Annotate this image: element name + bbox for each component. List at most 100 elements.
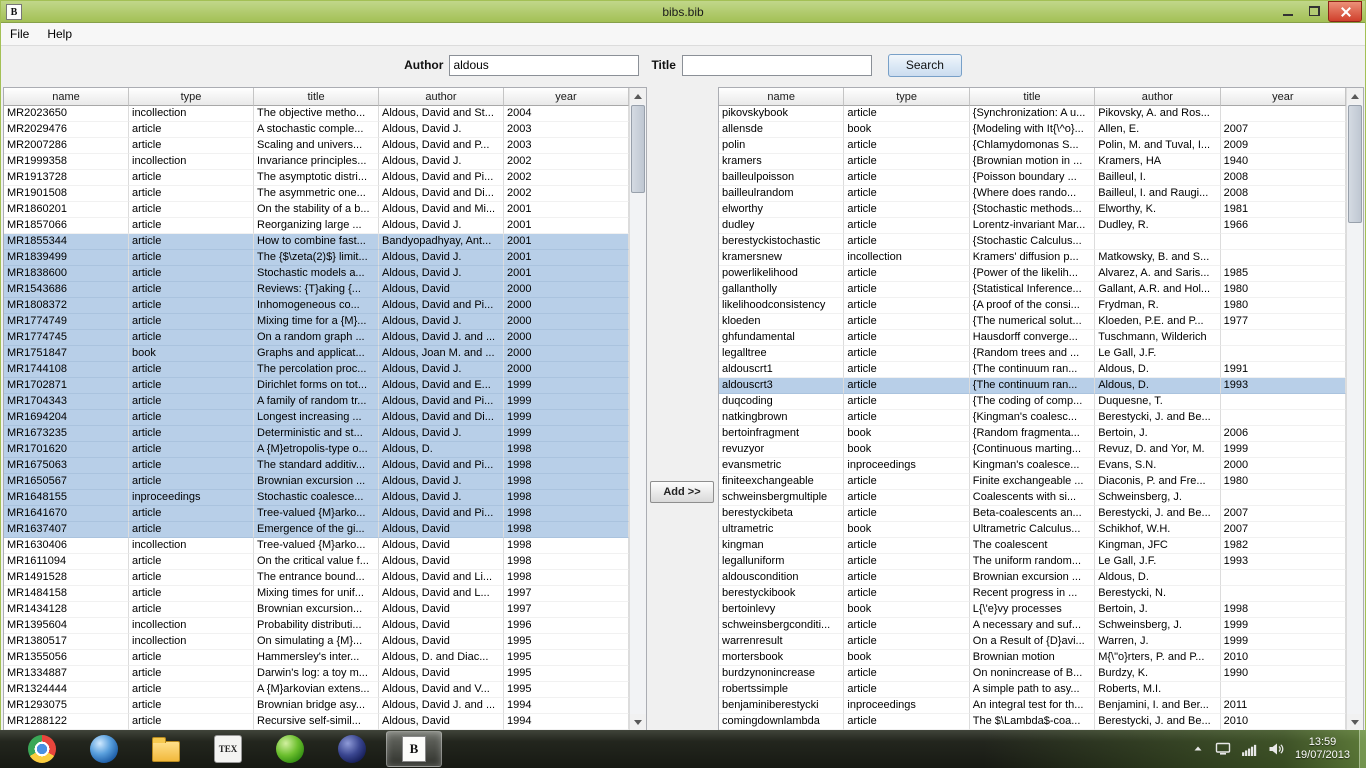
table-row-MR1637407[interactable]: MR1637407 article Emergence of the gi... Al… [4,522,629,538]
table-row-MR1491528[interactable]: MR1491528 article The entrance bound... Ald… [4,570,629,586]
show-desktop-button[interactable] [1359,730,1366,768]
table-row-berestyckibeta[interactable]: berestyckibeta article Beta-coalescents an… [719,506,1346,522]
right-scrollbar[interactable] [1346,88,1363,730]
table-row-MR1838600[interactable]: MR1838600 article Stochastic models a... Al… [4,266,629,282]
table-row-MR1288122[interactable]: MR1288122 article Recursive self-simil... A… [4,714,629,730]
column-header-type[interactable]: type [129,88,254,106]
table-row-MR1650567[interactable]: MR1650567 article Brownian excursion ... Al… [4,474,629,490]
bibtex-icon-button[interactable]: B [386,731,442,767]
title-input[interactable] [681,54,872,76]
table-row-kingman[interactable]: kingman article The coalescent Kingman, JFC… [719,538,1346,554]
table-row-MR1857066[interactable]: MR1857066 article Reorganizing large ... Al… [4,218,629,234]
table-row-bailleulrandom[interactable]: bailleulrandom article {Where does rando..… [719,186,1346,202]
table-row-mortersbook[interactable]: mortersbook book Brownian motion M{\"o}rter… [719,650,1346,666]
table-row-schweinsbergconditi...[interactable]: schweinsbergconditi... article A necessary… [719,618,1346,634]
table-row-berestyckibook[interactable]: berestyckibook article Recent progress in … [719,586,1346,602]
table-row-comingdownlambda[interactable]: comingdownlambda article The $\Lambda$-coa… [719,714,1346,730]
column-header-name[interactable]: name [4,88,129,106]
column-header-year[interactable]: year [1220,88,1346,106]
close-button[interactable] [1328,1,1362,22]
table-row-MR1611094[interactable]: MR1611094 article On the critical value f.… [4,554,629,570]
table-row-burdzynonincrease[interactable]: burdzynonincrease article On nonincrease o… [719,666,1346,682]
table-row-MR2023650[interactable]: MR2023650 incollection The objective metho… [4,106,629,122]
table-row-polin[interactable]: polin article {Chlamydomonas S... Polin, M.… [719,138,1346,154]
table-row-MR1701620[interactable]: MR1701620 article A {M}etropolis-type o...… [4,442,629,458]
media-green-icon-button[interactable] [262,731,318,767]
table-row-warrenresult[interactable]: warrenresult article On a Result of {D}avi… [719,634,1346,650]
table-row-natkingbrown[interactable]: natkingbrown article {Kingman's coalesc...… [719,410,1346,426]
table-row-MR1630406[interactable]: MR1630406 incollection Tree-valued {M}arko… [4,538,629,554]
table-row-MR1675063[interactable]: MR1675063 article The standard additiv... A… [4,458,629,474]
left-scrollbar[interactable] [629,88,646,730]
chrome-icon-button[interactable] [14,731,70,767]
table-row-MR1694204[interactable]: MR1694204 article Longest increasing ... Al… [4,410,629,426]
table-row-benjaminiberestycki[interactable]: benjaminiberestycki inproceedings An integ… [719,698,1346,714]
table-row-MR2029476[interactable]: MR2029476 article A stochastic comple... Al… [4,122,629,138]
restore-button[interactable] [1301,1,1328,21]
table-row-aldouscondition[interactable]: aldouscondition article Brownian excursion… [719,570,1346,586]
table-row-bertoinfragment[interactable]: bertoinfragment book {Random fragmenta... B… [719,426,1346,442]
table-row-MR1324444[interactable]: MR1324444 article A {M}arkovian extens... A… [4,682,629,698]
table-row-robertssimple[interactable]: robertssimple article A simple path to asy… [719,682,1346,698]
table-row-finiteexchangeable[interactable]: finiteexchangeable article Finite exchange… [719,474,1346,490]
table-row-MR1434128[interactable]: MR1434128 article Brownian excursion... Ald… [4,602,629,618]
table-row-powerlikelihood[interactable]: powerlikelihood article {Power of the like… [719,266,1346,282]
table-row-legalluniform[interactable]: legalluniform article The uniform random..… [719,554,1346,570]
table-row-schweinsbergmultiple[interactable]: schweinsbergmultiple article Coalescents w… [719,490,1346,506]
table-row-MR1774749[interactable]: MR1774749 article Mixing time for a {M}...… [4,314,629,330]
table-row-MR1751847[interactable]: MR1751847 book Graphs and applicat... Aldou… [4,346,629,362]
table-row-legalltree[interactable]: legalltree article {Random trees and ... Le… [719,346,1346,362]
table-row-MR1641670[interactable]: MR1641670 article Tree-valued {M}arko... Al… [4,506,629,522]
table-row-MR1334887[interactable]: MR1334887 article Darwin's log: a toy m...… [4,666,629,682]
table-row-evansmetric[interactable]: evansmetric inproceedings Kingman's coales… [719,458,1346,474]
table-row-bertoinlevy[interactable]: bertoinlevy book L{\'e}vy processes Bertoin… [719,602,1346,618]
menu-help[interactable]: Help [38,24,81,44]
table-row-MR1901508[interactable]: MR1901508 article The asymmetric one... Ald… [4,186,629,202]
table-row-MR1380517[interactable]: MR1380517 incollection On simulating a {M}… [4,634,629,650]
table-row-MR2007286[interactable]: MR2007286 article Scaling and univers... Al… [4,138,629,154]
display-icon[interactable] [1215,742,1231,756]
table-row-ultrametric[interactable]: ultrametric book Ultrametric Calculus... Sc… [719,522,1346,538]
scroll-thumb[interactable] [631,105,645,193]
table-row-MR1484158[interactable]: MR1484158 article Mixing times for unif...… [4,586,629,602]
menu-file[interactable]: File [1,24,38,44]
table-row-MR1744108[interactable]: MR1744108 article The percolation proc... A… [4,362,629,378]
table-row-likelihoodconsistency[interactable]: likelihoodconsistency article {A proof of … [719,298,1346,314]
table-row-duqcoding[interactable]: duqcoding article {The coding of comp... Du… [719,394,1346,410]
table-row-elworthy[interactable]: elworthy article {Stochastic methods... Elw… [719,202,1346,218]
table-row-MR1999358[interactable]: MR1999358 incollection Invariance principl… [4,154,629,170]
table-row-MR1702871[interactable]: MR1702871 article Dirichlet forms on tot..… [4,378,629,394]
column-header-author[interactable]: author [1095,88,1221,106]
table-row-MR1860201[interactable]: MR1860201 article On the stability of a b.… [4,202,629,218]
author-input[interactable] [449,54,640,76]
table-row-MR1839499[interactable]: MR1839499 article The {$\zeta(2)$} limit..… [4,250,629,266]
globe-dark-icon-button[interactable] [324,731,380,767]
minimize-button[interactable] [1274,1,1301,21]
scroll-down-button[interactable] [630,714,646,730]
tex-icon-button[interactable]: TEX [200,731,256,767]
table-row-MR1855344[interactable]: MR1855344 article How to combine fast... Ba… [4,234,629,250]
column-header-year[interactable]: year [504,88,629,106]
network-signal-icon[interactable] [1242,743,1257,756]
column-header-title[interactable]: title [254,88,379,106]
titlebar[interactable]: B bibs.bib [1,1,1365,23]
search-button[interactable]: Search [887,53,962,77]
table-row-bailleulpoisson[interactable]: bailleulpoisson article {Poisson boundary … [719,170,1346,186]
table-row-kramersnew[interactable]: kramersnew incollection Kramers' diffusion… [719,250,1346,266]
column-header-type[interactable]: type [844,88,970,106]
column-header-author[interactable]: author [379,88,504,106]
table-row-MR1293075[interactable]: MR1293075 article Brownian bridge asy... Al… [4,698,629,714]
column-header-name[interactable]: name [719,88,845,106]
table-row-MR1543686[interactable]: MR1543686 article Reviews: {T}aking {... Al… [4,282,629,298]
volume-icon[interactable] [1268,742,1284,756]
table-row-aldouscrt1[interactable]: aldouscrt1 article {The continuum ran... Al… [719,362,1346,378]
table-row-MR1673235[interactable]: MR1673235 article Deterministic and st... A… [4,426,629,442]
scroll-down-button[interactable] [1347,714,1363,730]
table-row-gallantholly[interactable]: gallantholly article {Statistical Inferenc… [719,282,1346,298]
table-row-MR1774745[interactable]: MR1774745 article On a random graph ... Ald… [4,330,629,346]
add-button[interactable]: Add >> [650,481,714,503]
table-row-dudley[interactable]: dudley article Lorentz-invariant Mar... Dud… [719,218,1346,234]
table-row-MR1704343[interactable]: MR1704343 article A family of random tr...… [4,394,629,410]
scroll-thumb[interactable] [1348,105,1362,223]
table-row-MR1808372[interactable]: MR1808372 article Inhomogeneous co... Aldou… [4,298,629,314]
